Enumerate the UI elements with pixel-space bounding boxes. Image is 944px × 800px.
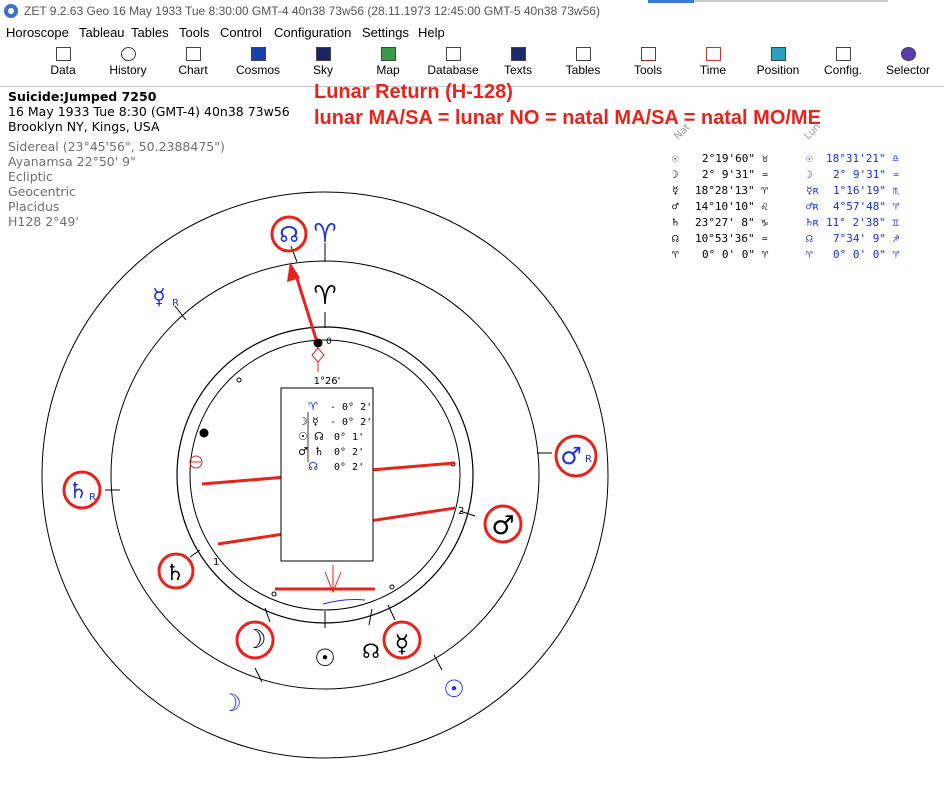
aspect-box xyxy=(280,387,374,562)
aspect-glyph-a: ☊ xyxy=(308,460,318,473)
aspect-value: - 0° 2' xyxy=(330,417,372,428)
natal-planet-glyph: ♂ xyxy=(672,200,679,213)
outer-node-glyph: ☊ xyxy=(279,223,299,248)
inner-moon-glyph: ☽ xyxy=(243,625,266,655)
aspect-glyph-b: ☿ xyxy=(312,415,319,428)
inner-sun-glyph: ☉ xyxy=(314,644,336,672)
marker-small-3 xyxy=(271,591,277,597)
natal-planet-glyph: ☊ xyxy=(672,232,679,245)
table-row: ☽ 2° 9'31" ♒ ☽ 2° 9'31" ♒ xyxy=(672,168,900,181)
table-row: ♄ 23°27' 8" ♑ ♄ʀ 11° 2'38" ♊ xyxy=(672,216,899,229)
table-row: ☊ 10°53'36" ♒ ☊ 7°34' 9" ♐ xyxy=(672,232,900,245)
outer-saturn-glyph: ♄ xyxy=(68,479,88,504)
lunar-planet-glyph: ♈ xyxy=(806,248,813,261)
chart-wheel[interactable]: 1°26' ♈ - 0° 2' ☽ ☿ - 0° 2' ☉ ☊ 0° 1' ♂ … xyxy=(0,0,944,800)
aspect-value: 0° 2' xyxy=(334,447,364,458)
aspect-glyph-a: ☉ xyxy=(298,430,308,443)
inner-node-glyph: ☊ xyxy=(362,639,380,663)
aspect-box-label: 1°26' xyxy=(314,376,341,387)
outer-aries-glyph: ♈ xyxy=(313,219,336,249)
lunar-planet-glyph: ☊ xyxy=(806,232,813,245)
outer-mercury-glyph: ☿ xyxy=(152,285,166,310)
house-number-2: 2 xyxy=(458,506,464,517)
lunar-planet-glyph: ☿ʀ xyxy=(806,184,819,197)
table-row: ☉ 2°19'60" ♉ ☉ 18°31'21" ♎ xyxy=(672,152,899,165)
lunar-planet-glyph: ♂ʀ xyxy=(806,200,819,213)
natal-position: 10°53'36" ♒ xyxy=(695,232,768,245)
outer-mars-glyph: ♂ xyxy=(560,442,582,470)
lunar-planet-glyph: ☽ xyxy=(806,168,813,181)
aspect-glyph-b: ♄ xyxy=(314,445,324,458)
aspect-glyph-b: ☊ xyxy=(314,430,324,443)
natal-planet-glyph: ♄ xyxy=(672,216,679,229)
lunar-planet-glyph: ☉ xyxy=(806,152,813,165)
outer-moon-glyph: ☽ xyxy=(220,689,242,717)
house-number-1: 1 xyxy=(213,557,219,568)
lunar-position: 1°16'19" ♏ xyxy=(833,184,900,197)
natal-position: 23°27' 8" ♑ xyxy=(695,216,768,229)
outer-sun-glyph: ☉ xyxy=(443,675,465,703)
outer-mercury-retro: R xyxy=(172,298,179,309)
aspect-glyph-a: ♈ xyxy=(308,400,318,413)
inner-saturn-glyph: ♄ xyxy=(165,561,185,586)
table-row: ♈ 0° 0' 0" ♈ ♈ 0° 0' 0" ♈ xyxy=(672,248,900,261)
natal-position: 18°28'13" ♈ xyxy=(695,184,768,197)
marker-left xyxy=(199,428,209,438)
tick-inner-saturn xyxy=(189,549,201,558)
aspect-glyph-a: ♂ xyxy=(298,445,308,458)
lunar-position: 0° 0' 0" ♈ xyxy=(833,248,900,261)
aspect-value: 0° 2' xyxy=(334,462,364,473)
lunar-position: 7°34' 9" ♐ xyxy=(833,232,900,245)
marker-top xyxy=(313,338,323,348)
natal-position: 0° 0' 0" ♈ xyxy=(702,248,769,261)
lunar-column-header: Lun xyxy=(802,122,823,143)
lunar-position: 4°57'48" ♈ xyxy=(833,200,900,213)
natal-planet-glyph: ☽ xyxy=(672,168,679,181)
marker-small-4 xyxy=(389,584,395,590)
natal-planet-glyph: ☿ xyxy=(672,184,679,197)
outer-mars-retro: R xyxy=(585,454,592,465)
inner-mars-glyph: ♂ xyxy=(491,511,514,541)
lunar-position: 11° 2'38" ♊ xyxy=(826,216,899,229)
house-number-0: 0 xyxy=(326,337,332,347)
aspect-value: - 0° 2' xyxy=(330,402,372,413)
natal-position: 2° 9'31" ♒ xyxy=(702,168,769,181)
table-row: ♂ 14°10'10" ♌ ♂ʀ 4°57'48" ♈ xyxy=(672,200,900,213)
aspect-glyph-a: ☽ xyxy=(298,415,308,428)
position-table: Nat Lun ☉ 2°19'60" ♉ ☉ 18°31'21" ♎ ☽ 2° … xyxy=(672,122,900,261)
natal-planet-glyph: ☉ xyxy=(672,152,679,165)
natal-planet-glyph: ♈ xyxy=(672,248,679,261)
inner-mercury-glyph: ☿ xyxy=(395,630,410,658)
tick-outer-moon xyxy=(254,667,263,683)
lunar-position: 2° 9'31" ♒ xyxy=(833,168,900,181)
tick-inner-node xyxy=(368,608,373,626)
blue-arc xyxy=(322,599,366,605)
natal-column-header: Nat xyxy=(672,122,692,142)
lunar-position: 18°31'21" ♎ xyxy=(826,152,899,165)
aspect-value: 0° 1' xyxy=(334,432,364,443)
table-row: ☿ 18°28'13" ♈ ☿ʀ 1°16'19" ♏ xyxy=(672,184,900,197)
natal-position: 2°19'60" ♉ xyxy=(702,152,769,165)
natal-position: 14°10'10" ♌ xyxy=(695,200,768,213)
marker-small-1 xyxy=(236,377,242,383)
lunar-planet-glyph: ♄ʀ xyxy=(806,216,819,229)
tick-inner-moon xyxy=(264,607,271,623)
inner-aries-glyph: ♈ xyxy=(313,281,336,311)
pointer-top xyxy=(311,347,325,363)
